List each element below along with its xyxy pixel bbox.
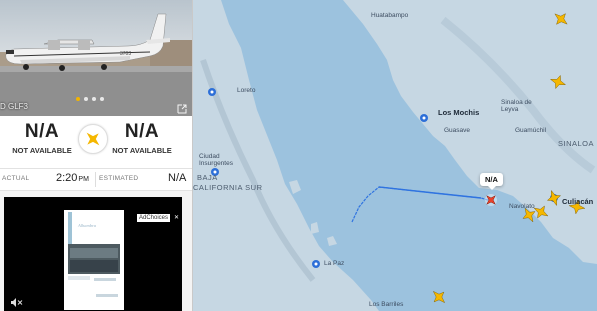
route-section: N/A NOT AVAILABLE N/A NOT AVAILABLE: [0, 116, 192, 168]
map-label-california-sur: CALIFORNIA SUR: [193, 183, 263, 192]
origin[interactable]: N/A NOT AVAILABLE: [0, 116, 84, 155]
map-label-culiacan: Culiacán: [562, 197, 594, 206]
carousel-dot[interactable]: [76, 97, 80, 101]
carousel-dot[interactable]: [92, 97, 96, 101]
ad-card[interactable]: Alhambra: [64, 210, 124, 310]
destination[interactable]: N/A NOT AVAILABLE: [100, 116, 184, 155]
origin-name: NOT AVAILABLE: [12, 146, 72, 155]
svg-text:3703: 3703: [120, 51, 131, 57]
map-label-navolato: Navolato: [509, 203, 535, 210]
airport-pin[interactable]: [208, 88, 216, 96]
destination-name: NOT AVAILABLE: [112, 146, 172, 155]
mute-icon[interactable]: [11, 294, 23, 311]
flight-map[interactable]: Huatabampo Loreto Los Mochis Sinaloa de …: [193, 0, 597, 311]
flight-times: ACTUAL 2:20PM ESTIMATED N/A: [0, 168, 192, 191]
map-label-huatabampo: Huatabampo: [371, 12, 409, 19]
origin-code: N/A: [24, 121, 60, 142]
advertisement[interactable]: Alhambra AdChoices ✕: [4, 197, 182, 311]
map-label-la-paz: La Paz: [324, 260, 345, 267]
carousel-dot[interactable]: [100, 97, 104, 101]
map-label-guamuchil: Guamúchil: [515, 127, 547, 134]
photo-carousel-dots[interactable]: [76, 97, 104, 101]
actual-label: ACTUAL: [2, 175, 30, 182]
map-label-los-barriles: Los Barriles: [369, 301, 404, 308]
map-canvas[interactable]: [193, 0, 597, 311]
airport-pin[interactable]: [420, 114, 428, 122]
estimated-label: ESTIMATED: [99, 175, 139, 182]
ad-card-title: Alhambra: [78, 223, 96, 228]
divider: [95, 172, 96, 187]
airport-pin[interactable]: [312, 260, 320, 268]
adchoices-button[interactable]: AdChoices: [137, 214, 171, 222]
map-label-baja: BAJA: [197, 173, 218, 182]
destination-code: N/A: [124, 121, 160, 142]
flight-info-panel: 3703 D GLF3 N/A NOT AVAILABLE N/A NOT AV…: [0, 0, 193, 311]
map-label-loreto: Loreto: [237, 87, 256, 94]
map-label-guasave: Guasave: [444, 127, 471, 134]
close-icon[interactable]: ✕: [174, 214, 179, 221]
estimated-time: N/A: [168, 172, 187, 184]
actual-time: 2:20PM: [56, 172, 89, 184]
map-label-sinaloa: SINALOA: [558, 139, 595, 148]
carousel-dot[interactable]: [84, 97, 88, 101]
aircraft-photo[interactable]: 3703 D GLF3: [0, 0, 192, 116]
selected-flight-tag[interactable]: N/A: [480, 173, 503, 190]
map-label-ciudad-insurgentes: Ciudad Insurgentes: [199, 153, 233, 167]
aircraft-registration: D GLF3: [0, 102, 29, 111]
expand-icon[interactable]: [177, 101, 187, 116]
map-label-los-mochis: Los Mochis: [438, 108, 480, 117]
map-label-sinaloa-de-leyva: Sinaloa de Leyva: [501, 99, 532, 113]
